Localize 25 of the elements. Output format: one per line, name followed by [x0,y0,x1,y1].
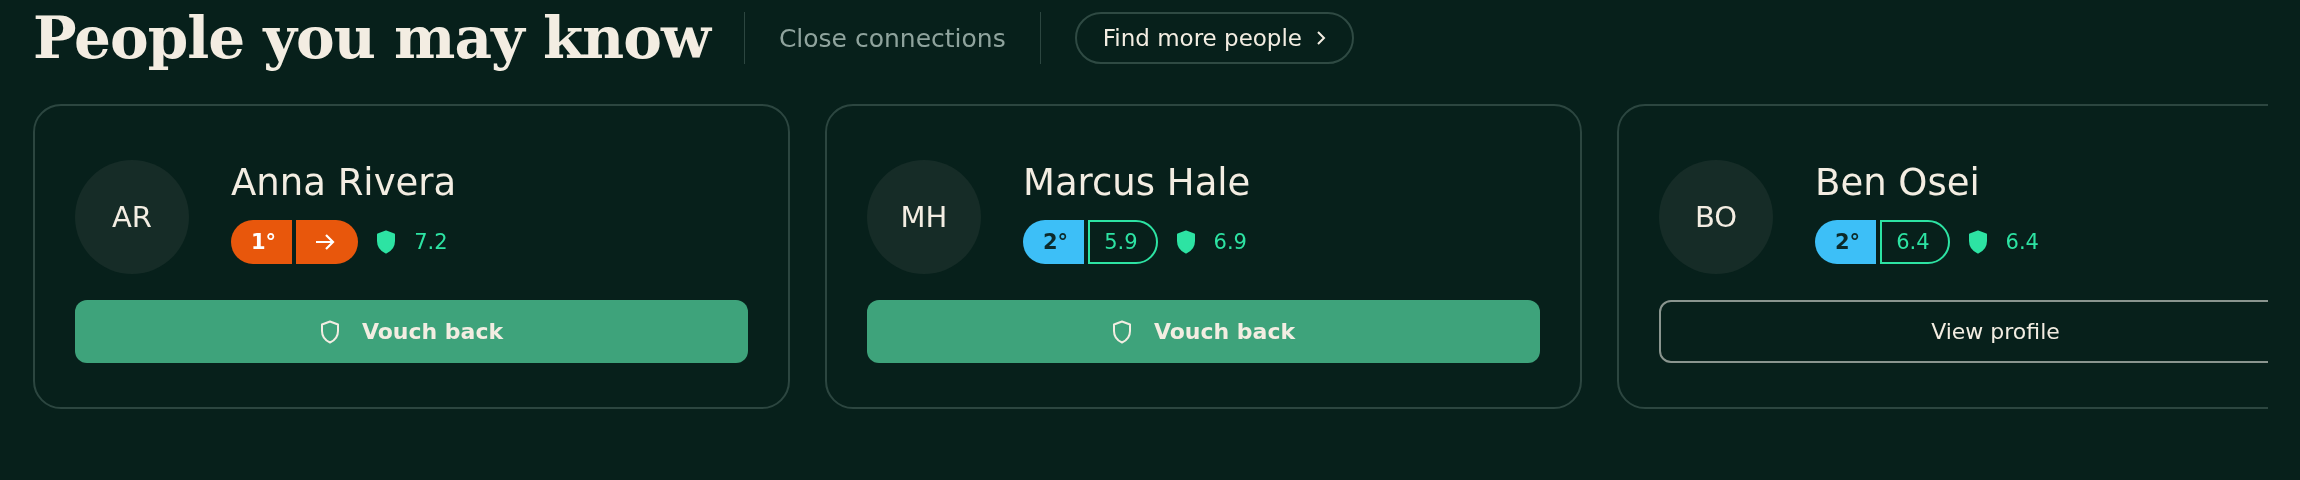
shield-icon [319,319,340,344]
trust-score: 6.9 [1213,230,1247,254]
page-title: People you may know [33,3,710,74]
trust-score: 7.2 [414,230,448,254]
shield-icon [1175,230,1196,254]
chevron-right-icon [1316,30,1326,46]
shield-icon [1111,319,1132,344]
avatar: MH [867,160,981,274]
arrow-right-icon [314,233,337,251]
shield-icon [376,230,397,254]
person-name: Marcus Hale [1023,160,1251,206]
person-name: Ben Osei [1815,160,1981,206]
find-more-people-button[interactable]: Find more people [1074,12,1354,64]
shield-icon [1967,230,1988,254]
score-badge: 5.9 [1088,220,1158,264]
avatar: BO [1659,160,1773,274]
section-subtitle: Close connections [778,23,1006,53]
degree-badge: 2° [1815,220,1877,264]
person-name: Anna Rivera [231,160,457,206]
avatar: AR [75,160,189,274]
view-profile-button[interactable]: View profile [1659,300,2268,363]
degree-badge: 1° [231,220,293,264]
trust-score: 6.4 [2005,230,2039,254]
degree-badge: 2° [1023,220,1085,264]
score-badge: 6.4 [1880,220,1950,264]
